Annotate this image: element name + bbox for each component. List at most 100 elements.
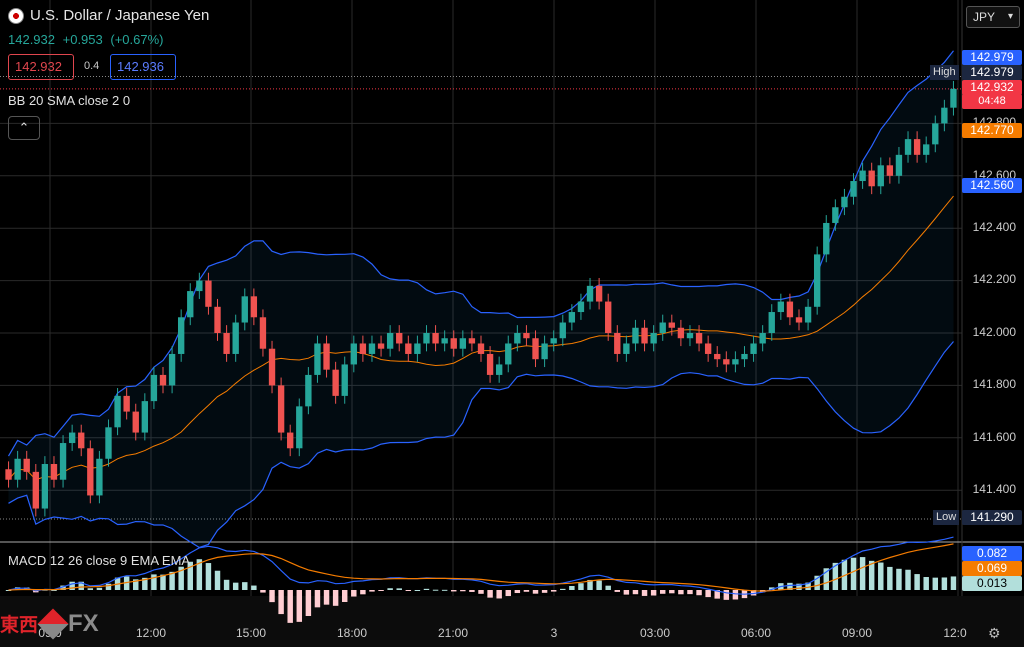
macd-histogram-bar [323, 590, 330, 605]
candle-body [632, 327, 639, 344]
candle-body [514, 333, 521, 344]
candle-body [23, 458, 30, 472]
macd-histogram-bar [905, 569, 911, 590]
macd-histogram-bar [332, 590, 339, 606]
candle-body [159, 374, 167, 386]
candle-body [168, 353, 176, 386]
candle-body [177, 317, 185, 354]
candle-body [232, 322, 239, 354]
candle-body [59, 443, 67, 480]
candle-body [396, 333, 403, 344]
candle-body [223, 333, 230, 354]
time-tick: 18:00 [336, 626, 368, 640]
price-tick: 142.400 [972, 220, 1016, 234]
time-tick: 03:00 [639, 626, 671, 640]
candle-body [305, 374, 312, 407]
candle-body [314, 343, 321, 375]
candle-body [886, 165, 894, 176]
macd-indicator-label[interactable]: MACD 12 26 close 9 EMA EMA [8, 553, 190, 568]
candle-body [641, 327, 648, 344]
macd-histogram-bar [387, 588, 393, 590]
candle-body [895, 154, 903, 176]
macd-histogram-bar [578, 583, 584, 590]
diamond-icon [37, 607, 69, 640]
last-price: 142.932 [8, 32, 55, 47]
histogram-value-label: 0.013 [962, 576, 1022, 591]
macd-histogram-bar [505, 590, 511, 597]
macd-histogram-bar [278, 590, 284, 615]
price-tick: 141.800 [972, 377, 1016, 391]
currency-select[interactable]: JPY ▾ [966, 6, 1020, 28]
time-tick: 15:00 [235, 626, 267, 640]
us-jp-flag-icon [8, 7, 24, 24]
candlestick-chart[interactable] [0, 0, 1024, 647]
candle-body [650, 333, 657, 344]
candle-body [96, 458, 103, 496]
time-tick: 21:00 [437, 626, 469, 640]
candle-body [50, 464, 58, 480]
candle-body [877, 165, 884, 187]
gear-icon[interactable]: ⚙ [988, 626, 1002, 640]
candle-body [87, 448, 94, 496]
candle-body [350, 343, 357, 365]
candle-body [359, 343, 367, 354]
candle-body [241, 296, 248, 323]
macd-histogram-bar [705, 590, 711, 598]
macd-histogram-bar [541, 590, 548, 593]
candle-body [205, 280, 212, 307]
macd-histogram-bar [514, 590, 521, 594]
macd-histogram-bar [469, 590, 475, 592]
time-tick: 12:0 [943, 626, 967, 640]
macd-histogram-bar [369, 590, 375, 592]
macd-histogram-bar [432, 589, 439, 591]
macd-histogram-bar [605, 585, 611, 590]
collapse-indicators-button[interactable]: ⌃ [8, 116, 40, 140]
candle-body [823, 222, 830, 255]
candle-body [323, 343, 330, 370]
bar-countdown: 04:48 [962, 94, 1022, 109]
price-summary: 142.932 +0.953 (+0.67%) [8, 32, 168, 47]
candle-body [468, 338, 476, 344]
macd-histogram-bar [251, 585, 257, 590]
time-tick: 06:00 [740, 626, 772, 640]
candle-body [450, 338, 457, 349]
candle-body [477, 343, 485, 354]
candle-body [750, 343, 757, 354]
sell-button[interactable]: 142.932 [8, 54, 74, 80]
candle-body [432, 333, 439, 344]
candle-body [904, 139, 912, 155]
bb-upper-label: 142.979 [962, 50, 1022, 65]
candle-body [605, 301, 612, 333]
candle-body [287, 432, 294, 449]
candle-body [841, 196, 848, 208]
macd-histogram-bar [669, 590, 675, 594]
buy-button[interactable]: 142.936 [110, 54, 176, 80]
macd-histogram-bar [296, 590, 303, 622]
candle-body [550, 338, 557, 344]
macd-histogram-bar [351, 590, 357, 597]
candle-body [277, 385, 285, 433]
candle-body [795, 317, 803, 323]
candle-body [832, 207, 839, 223]
candle-body [677, 327, 685, 339]
macd-histogram-bar [650, 590, 657, 596]
macd-histogram-bar [314, 590, 321, 608]
candle-body [577, 301, 585, 313]
last-price-label: 142.932 [962, 80, 1022, 95]
candle-body [695, 333, 703, 344]
price-change-pct: (+0.67%) [110, 32, 164, 47]
bb-fill [8, 50, 954, 548]
macd-histogram-bar [941, 577, 948, 590]
candle-body [568, 312, 576, 323]
candle-body [114, 395, 121, 428]
candle-body [804, 306, 812, 323]
candle-body [196, 280, 203, 292]
spread-value: 0.4 [84, 60, 100, 72]
candle-body [741, 353, 748, 360]
macd-histogram-bar [932, 577, 939, 590]
bb-indicator-label[interactable]: BB 20 SMA close 2 0 [8, 93, 130, 108]
macd-histogram-bar [887, 566, 893, 590]
candle-body [505, 343, 512, 365]
price-tick: 141.600 [972, 430, 1016, 444]
macd-histogram-bar [287, 590, 293, 623]
